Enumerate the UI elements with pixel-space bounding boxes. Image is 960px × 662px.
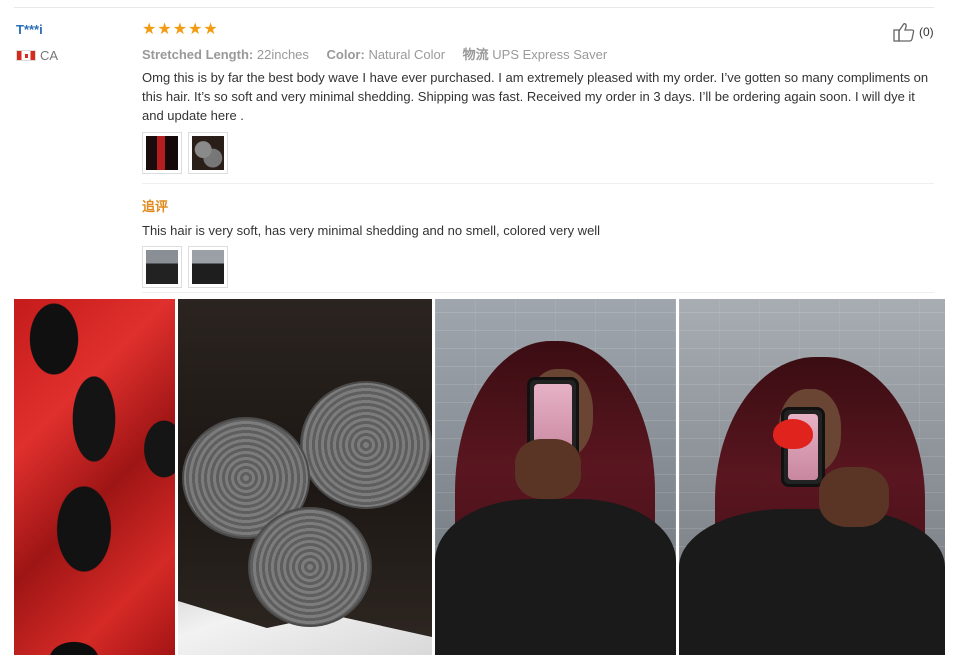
review-thumbnails bbox=[142, 132, 228, 174]
jacket bbox=[679, 509, 945, 655]
heart-emoji-sticker bbox=[773, 419, 813, 449]
review-attributes: Stretched Length: 22inches Color: Natura… bbox=[142, 44, 621, 63]
review-thumbnail[interactable] bbox=[188, 132, 228, 174]
hair-bundle bbox=[300, 381, 432, 509]
star-icon: ★ bbox=[157, 19, 172, 38]
hand bbox=[819, 467, 889, 527]
followup-divider bbox=[142, 183, 934, 184]
hand bbox=[515, 439, 581, 499]
review-text: Omg this is by far the best body wave I … bbox=[142, 70, 929, 123]
helpful-count: (0) bbox=[919, 25, 934, 39]
country-code: CA bbox=[40, 48, 59, 63]
photo-body-wave-hair[interactable] bbox=[14, 299, 175, 655]
star-icon: ★ bbox=[188, 19, 203, 38]
thumbs-up-icon bbox=[893, 23, 915, 42]
hair-bundle bbox=[248, 507, 372, 627]
followup-label: 追评 bbox=[142, 199, 169, 214]
jacket bbox=[435, 499, 676, 655]
review-thumbnail[interactable] bbox=[142, 132, 182, 174]
selfie-thumb-image bbox=[192, 250, 224, 284]
followup-thumbnail[interactable] bbox=[142, 246, 182, 288]
top-divider bbox=[14, 7, 934, 8]
reviewer-name: T***i bbox=[16, 22, 43, 37]
reviewer-country: CA bbox=[16, 48, 58, 63]
star-icon: ★ bbox=[142, 19, 157, 38]
followup-thumbnail[interactable] bbox=[188, 246, 228, 288]
photo-hair-bundles[interactable] bbox=[178, 299, 432, 655]
bottom-divider bbox=[142, 292, 934, 293]
star-icon: ★ bbox=[203, 19, 218, 38]
helpful-button[interactable]: (0) bbox=[893, 22, 934, 42]
photo-selfie-1[interactable] bbox=[435, 299, 676, 655]
attr-shipping: 物流 UPS Express Saver bbox=[462, 47, 608, 62]
star-icon: ★ bbox=[172, 19, 188, 38]
attr-color: Color: Natural Color bbox=[326, 47, 446, 62]
selfie-thumb-image bbox=[146, 250, 178, 284]
followup-text: This hair is very soft, has very minimal… bbox=[142, 223, 601, 238]
followup-thumbnails bbox=[142, 246, 228, 288]
hair-bundles-thumb-image bbox=[192, 136, 224, 170]
canada-flag-icon bbox=[16, 50, 36, 61]
attr-stretched-length: Stretched Length: 22inches bbox=[142, 47, 309, 62]
star-rating: ★ ★ ★ ★ ★ bbox=[142, 21, 218, 37]
hair-bundle-thumb-image bbox=[146, 136, 178, 170]
photo-selfie-2[interactable] bbox=[679, 299, 945, 655]
